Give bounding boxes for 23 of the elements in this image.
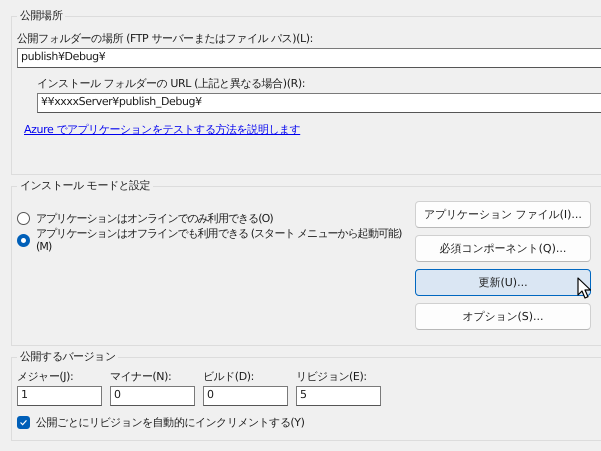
field-label: 公開フォルダーの場所 (FTP サーバーまたはファイル パス)(L): xyxy=(17,31,314,46)
field-label: インストール フォルダーの URL (上記と異なる場合)(R): xyxy=(37,76,306,91)
radio-label: アプリケーションはオンラインでのみ利用できる(O) xyxy=(36,212,273,224)
text-field[interactable]: 1 xyxy=(17,386,102,406)
radio-label: アプリケーションはオフラインでも利用できる (スタート メニューから起動可能)(M) xyxy=(36,227,402,253)
dialog-button[interactable]: アプリケーション ファイル(I)... xyxy=(415,201,591,228)
field-label: ビルド(D): xyxy=(203,369,255,384)
dialog-button[interactable]: オプション(S)... xyxy=(415,303,591,330)
text-field[interactable]: ¥¥xxxxServer¥publish_Debug¥ xyxy=(37,93,601,113)
help-link[interactable]: Azure でアプリケーションをテストする方法を説明します xyxy=(24,123,300,136)
dialog-button[interactable]: 更新(U)... xyxy=(415,269,591,296)
field-label: メジャー(J): xyxy=(17,369,74,384)
group-title: インストール モードと設定 xyxy=(17,179,154,193)
text-field[interactable]: 5 xyxy=(296,386,381,406)
group-title: 公開場所 xyxy=(17,9,66,23)
dialog-button[interactable]: 必須コンポーネント(Q)... xyxy=(415,235,591,262)
text-field[interactable]: 0 xyxy=(110,386,195,406)
field-label: リビジョン(E): xyxy=(296,369,368,384)
text-field[interactable]: publish¥Debug¥ xyxy=(17,48,601,68)
checkbox-label: 公開ごとにリビジョンを自動的にインクリメントする(Y) xyxy=(36,414,305,430)
field-label: マイナー(N): xyxy=(110,369,172,384)
group-title: 公開するバージョン xyxy=(17,350,118,364)
text-field[interactable]: 0 xyxy=(203,386,288,406)
